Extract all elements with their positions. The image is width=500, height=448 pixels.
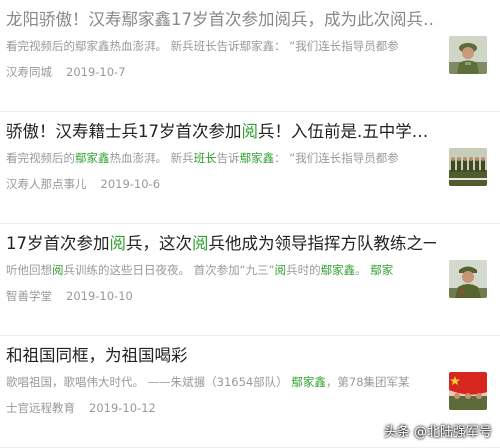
source-name[interactable]: 智善学堂 — [6, 289, 52, 303]
title-highlight: 阅 — [109, 234, 127, 253]
result-snippet: 歌唱祖国，歌唱伟大时代。 ——朱斌搌（31654部队） 鄢家鑫，第78集团军某 — [6, 374, 440, 390]
publish-date: 2019-10-7 — [66, 65, 126, 79]
snippet-text: ，第78集团军某 — [325, 375, 410, 389]
soldier-portrait-photo-icon[interactable] — [449, 260, 487, 298]
snippet-highlight: 鄢家鑫 — [291, 375, 326, 389]
source-name[interactable]: 汉寿人那点事儿 — [6, 177, 87, 191]
snippet-text: 看完视频后的鄢家鑫热血澎湃。 新兵班长告诉鄢家鑫： “我们连长指导员都参 — [6, 39, 399, 53]
search-results-feed: 龙阳骄傲！汉寿鄢家鑫17岁首次参加阅兵，成为此次阅兵… 看完视频后的鄢家鑫热血澎… — [0, 0, 500, 448]
publish-date: 2019-10-12 — [89, 401, 156, 415]
snippet-highlight: 鄢家鑫 — [75, 151, 110, 165]
result-item[interactable]: 17岁首次参加阅兵，这次阅兵他成为领导指挥方队教练之一 听他回想阅兵训练的这些日… — [0, 224, 500, 336]
publish-date: 2019-10-10 — [66, 289, 133, 303]
result-title[interactable]: 17岁首次参加阅兵，这次阅兵他成为领导指挥方队教练之一 — [6, 232, 436, 256]
soldier-photo-icon[interactable] — [449, 36, 487, 74]
snippet-text: 告诉 — [216, 151, 240, 165]
watermark: 头条 @北陆强军号 — [383, 425, 492, 440]
result-snippet: 看完视频后的鄢家鑫热血澎湃。 新兵班长告诉鄢家鑫： “我们连长指导员都参 — [6, 150, 440, 166]
title-text: 兵他成为领导指挥方队教练之一 — [208, 234, 437, 253]
title-text: 骄傲！汉寿籍士兵17岁首次参加 — [6, 122, 242, 141]
snippet-text: 听他回想 — [6, 263, 52, 277]
snippet-highlight: 鄢家鑫 — [320, 263, 356, 277]
title-text: 兵！入伍前是.五中学… — [258, 122, 429, 141]
source-name[interactable]: 汉寿同城 — [6, 65, 52, 79]
snippet-text: 热血澎湃。 新兵 — [109, 151, 194, 165]
snippet-highlight: 阅 — [52, 263, 64, 277]
snippet-highlight: 班长 — [193, 151, 217, 165]
result-meta: 士官远程教育 2019-10-12 — [6, 400, 156, 416]
result-title[interactable]: 骄傲！汉寿籍士兵17岁首次参加阅兵！入伍前是.五中学… — [6, 120, 436, 144]
snippet-text: 兵训练的这些日日夜夜。 首次参加“九三” — [63, 263, 275, 277]
result-snippet: 听他回想阅兵训练的这些日日夜夜。 首次参加“九三”阅兵时的鄢家鑫。 鄢家 — [6, 262, 440, 278]
result-title[interactable]: 和祖国同框，为祖国喝彩 — [6, 344, 436, 368]
title-text: 龙阳骄傲！汉寿鄢家鑫17岁首次参加阅兵，成为此次阅兵… — [6, 10, 436, 29]
result-meta: 智善学堂 2019-10-10 — [6, 288, 133, 304]
snippet-text: 兵时的 — [286, 263, 321, 277]
title-highlight: 阅 — [241, 122, 259, 141]
snippet-text: 看完视频后的 — [6, 151, 75, 165]
title-text: 17岁首次参加 — [6, 234, 110, 253]
flag-ceremony-photo-icon[interactable] — [449, 372, 487, 410]
title-text: 兵，这次 — [126, 234, 192, 253]
snippet-highlight: 鄢家鑫 — [239, 151, 275, 165]
snippet-text: 歌唱祖国，歌唱伟大时代。 ——朱斌搌（31654部队） — [6, 375, 292, 389]
title-text: 和祖国同框，为祖国喝彩 — [6, 346, 188, 365]
result-title[interactable]: 龙阳骄傲！汉寿鄢家鑫17岁首次参加阅兵，成为此次阅兵… — [6, 8, 436, 32]
result-meta: 汉寿人那点事儿 2019-10-6 — [6, 176, 160, 192]
result-item[interactable]: 龙阳骄傲！汉寿鄢家鑫17岁首次参加阅兵，成为此次阅兵… 看完视频后的鄢家鑫热血澎… — [0, 0, 500, 112]
snippet-highlight: 阅 — [274, 263, 287, 277]
result-meta: 汉寿同城 2019-10-7 — [6, 64, 126, 80]
snippet-text: 。 — [355, 263, 371, 277]
title-highlight: 阅 — [192, 234, 209, 253]
snippet-highlight: 鄢家 — [370, 263, 394, 277]
parade-formation-photo-icon[interactable] — [449, 148, 487, 186]
source-name[interactable]: 士官远程教育 — [6, 401, 75, 415]
result-item[interactable]: 骄傲！汉寿籍士兵17岁首次参加阅兵！入伍前是.五中学… 看完视频后的鄢家鑫热血澎… — [0, 112, 500, 224]
result-snippet: 看完视频后的鄢家鑫热血澎湃。 新兵班长告诉鄢家鑫： “我们连长指导员都参 — [6, 38, 440, 54]
snippet-text: ： “我们连长指导员都参 — [274, 151, 399, 165]
publish-date: 2019-10-6 — [100, 177, 161, 191]
